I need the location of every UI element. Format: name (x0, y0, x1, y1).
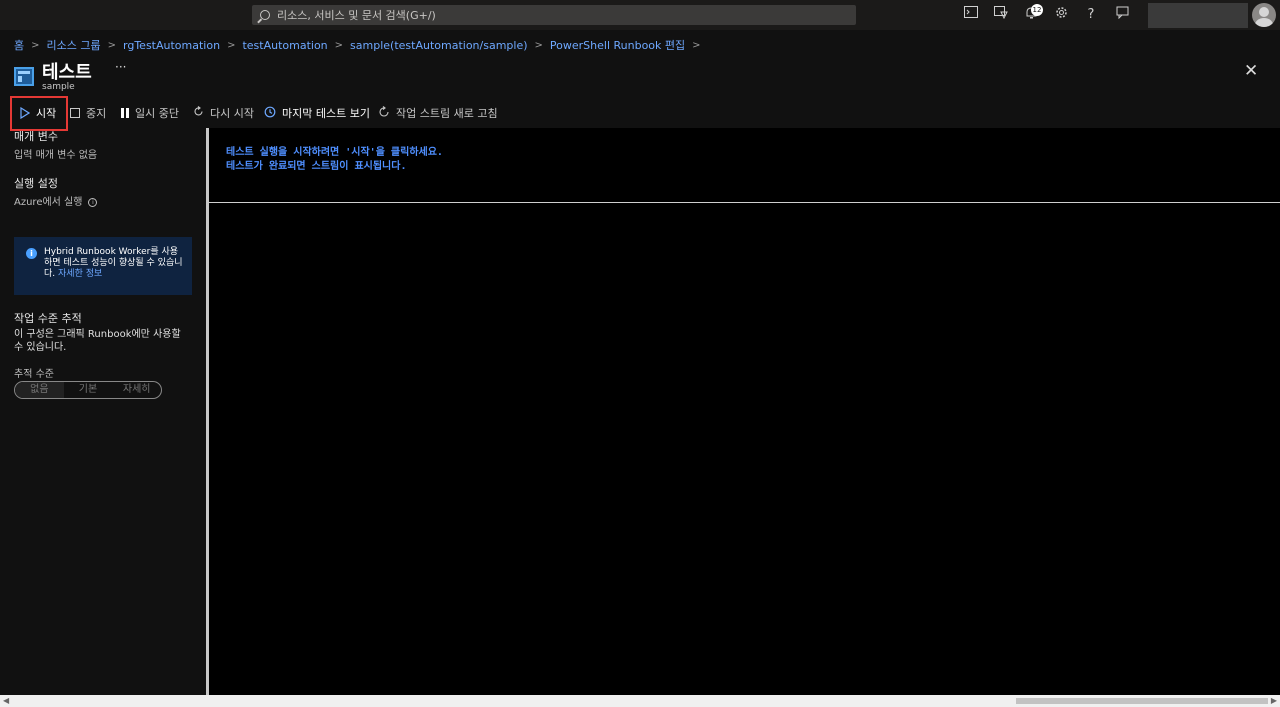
scrollbar-thumb[interactable] (1016, 698, 1268, 704)
refresh-job-streams-button[interactable]: 작업 스트림 새로 고침 (378, 102, 498, 124)
search-icon (260, 10, 270, 20)
horizontal-scrollbar[interactable]: ◀ ▶ (0, 695, 1280, 707)
scroll-left-icon[interactable]: ◀ (3, 696, 9, 705)
job-trace-description: 이 구성은 그래픽 Runbook에만 사용할 수 있습니다. (14, 329, 181, 353)
feedback-icon[interactable] (1113, 6, 1131, 24)
trace-level-label: 추적 수준 (14, 369, 54, 380)
pause-button[interactable]: 일시 중단 (121, 102, 179, 124)
info-icon[interactable]: i (88, 197, 98, 207)
stop-label: 중지 (86, 107, 107, 120)
restart-icon (193, 106, 204, 120)
search-placeholder: 리소스, 서비스 및 문서 검색(G+/) (277, 9, 436, 22)
breadcrumb-resource-group[interactable]: rgTestAutomation (123, 39, 220, 52)
notification-badge: 12 (1031, 4, 1043, 16)
search-input[interactable]: 리소스, 서비스 및 문서 검색(G+/) (252, 5, 856, 25)
restart-button[interactable]: 다시 시작 (193, 102, 254, 124)
run-on-label: Azure에서 실행 (14, 197, 83, 208)
learn-more-link[interactable]: 자세한 정보 (58, 269, 102, 279)
toolbar: 시작 중지 일시 중단 다시 시작 마지막 테스트 보기 작업 스트림 새로 고… (0, 102, 1280, 124)
trace-option-none[interactable]: 없음 (15, 382, 64, 398)
avatar[interactable] (1252, 3, 1276, 27)
test-pane-icon (14, 67, 34, 86)
view-last-test-label: 마지막 테스트 보기 (282, 107, 370, 120)
restart-label: 다시 시작 (210, 107, 254, 120)
breadcrumb: 홈 > 리소스 그룹 > rgTestAutomation > testAuto… (14, 37, 708, 53)
refresh-icon (378, 105, 390, 121)
help-icon[interactable]: ? (1082, 6, 1100, 24)
breadcrumb-edit-runbook[interactable]: PowerShell Runbook 편집 (550, 37, 685, 53)
refresh-label: 작업 스트림 새로 고침 (396, 107, 498, 120)
top-bar: 리소스, 서비스 및 문서 검색(G+/) 12 ? (0, 0, 1280, 30)
run-on-azure-text: Azure에서 실행 i (14, 193, 98, 208)
chevron-right-icon: > (107, 39, 117, 51)
pause-icon (121, 108, 129, 118)
test-output-console: 테스트 실행을 시작하려면 '시작'을 클릭하세요. 테스트가 완료되면 스트림… (209, 128, 1280, 695)
run-settings-heading: 실행 설정 (14, 177, 58, 190)
trace-level-selector: 없음 기본 자세히 (14, 381, 162, 399)
test-settings-panel: 매개 변수 입력 매개 변수 없음 실행 설정 Azure에서 실행 i i Hy… (0, 128, 206, 695)
console-line: 테스트 실행을 시작하려면 '시작'을 클릭하세요. (226, 147, 443, 158)
console-line: 테스트가 완료되면 스트림이 표시됩니다. (226, 161, 407, 172)
console-divider (209, 202, 1280, 203)
breadcrumb-runbook[interactable]: sample(testAutomation/sample) (350, 39, 527, 52)
account-info[interactable] (1148, 3, 1248, 28)
page-title: 테스트 (42, 62, 92, 83)
stop-icon (70, 108, 80, 118)
job-trace-heading: 작업 수준 추적 (14, 312, 82, 325)
stop-button[interactable]: 중지 (70, 102, 106, 124)
breadcrumb-home[interactable]: 홈 (14, 37, 24, 53)
page-subtitle: sample (42, 82, 75, 92)
breadcrumb-resource-groups[interactable]: 리소스 그룹 (47, 37, 101, 53)
view-last-test-button[interactable]: 마지막 테스트 보기 (264, 102, 370, 124)
chevron-right-icon: > (334, 39, 344, 51)
start-button-highlight (10, 96, 68, 131)
scroll-right-icon[interactable]: ▶ (1271, 696, 1277, 705)
chevron-right-icon: > (534, 39, 543, 51)
close-icon[interactable]: ✕ (1244, 61, 1258, 81)
no-parameters-text: 입력 매개 변수 없음 (14, 150, 98, 161)
breadcrumb-automation-account[interactable]: testAutomation (242, 39, 327, 52)
history-icon (264, 106, 276, 121)
more-options-button[interactable]: ··· (115, 60, 126, 74)
cloud-shell-icon[interactable] (962, 6, 980, 24)
chevron-right-icon: > (692, 39, 701, 51)
pause-label: 일시 중단 (135, 107, 179, 120)
chevron-right-icon: > (31, 39, 40, 51)
directory-filter-icon[interactable] (992, 6, 1010, 24)
info-icon: i (26, 248, 37, 259)
trace-option-detailed[interactable]: 자세히 (112, 382, 161, 398)
settings-gear-icon[interactable] (1052, 6, 1070, 24)
hybrid-worker-info-box: i Hybrid Runbook Worker를 사용하면 테스트 성능이 향상… (14, 237, 192, 295)
trace-option-basic[interactable]: 기본 (64, 382, 113, 398)
chevron-right-icon: > (227, 39, 236, 51)
